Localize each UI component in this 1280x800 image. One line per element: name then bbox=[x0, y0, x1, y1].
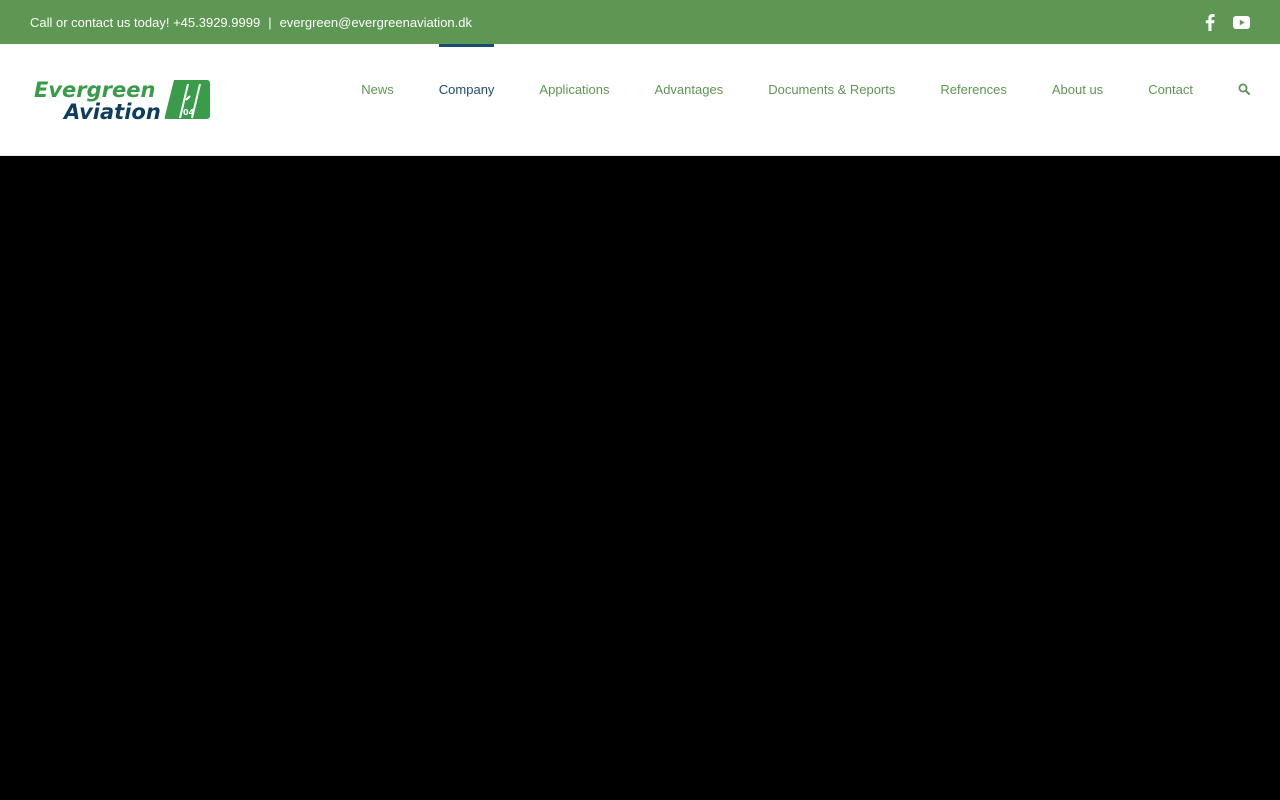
social-links bbox=[1205, 13, 1250, 31]
search-icon[interactable] bbox=[1238, 83, 1250, 95]
nav-item-news[interactable]: News bbox=[361, 44, 394, 134]
contact-info: Call or contact us today! +45.3929.9999 … bbox=[30, 15, 472, 30]
nav-item-applications[interactable]: Applications bbox=[539, 44, 609, 134]
main-nav: News Company Applications Advantages Doc… bbox=[316, 44, 1250, 134]
youtube-icon[interactable] bbox=[1233, 15, 1250, 29]
logo-badge-text: 04 bbox=[183, 108, 195, 117]
facebook-icon[interactable] bbox=[1205, 13, 1215, 31]
nav-item-about-us[interactable]: About us bbox=[1052, 44, 1103, 134]
nav-item-advantages[interactable]: Advantages bbox=[655, 44, 724, 134]
logo-line1: Evergreen bbox=[34, 78, 155, 102]
nav-item-documents-reports[interactable]: Documents & Reports bbox=[768, 44, 895, 134]
email-link[interactable]: evergreen@evergreenaviation.dk bbox=[280, 15, 472, 30]
site-logo[interactable]: Evergreen Aviation 04 bbox=[34, 78, 212, 124]
separator: | bbox=[268, 14, 272, 30]
nav-item-references[interactable]: References bbox=[940, 44, 1006, 134]
hero-area bbox=[0, 156, 1280, 800]
logo-badge: 04 bbox=[164, 80, 210, 119]
call-text: Call or contact us today! +45.3929.9999 bbox=[30, 14, 261, 30]
top-bar: Call or contact us today! +45.3929.9999 … bbox=[0, 0, 1280, 44]
logo-line2: Aviation bbox=[62, 100, 161, 122]
site-header: Evergreen Aviation 04 News Company Appli… bbox=[0, 44, 1280, 156]
nav-item-company[interactable]: Company bbox=[438, 44, 494, 134]
nav-item-contact[interactable]: Contact bbox=[1148, 44, 1193, 134]
